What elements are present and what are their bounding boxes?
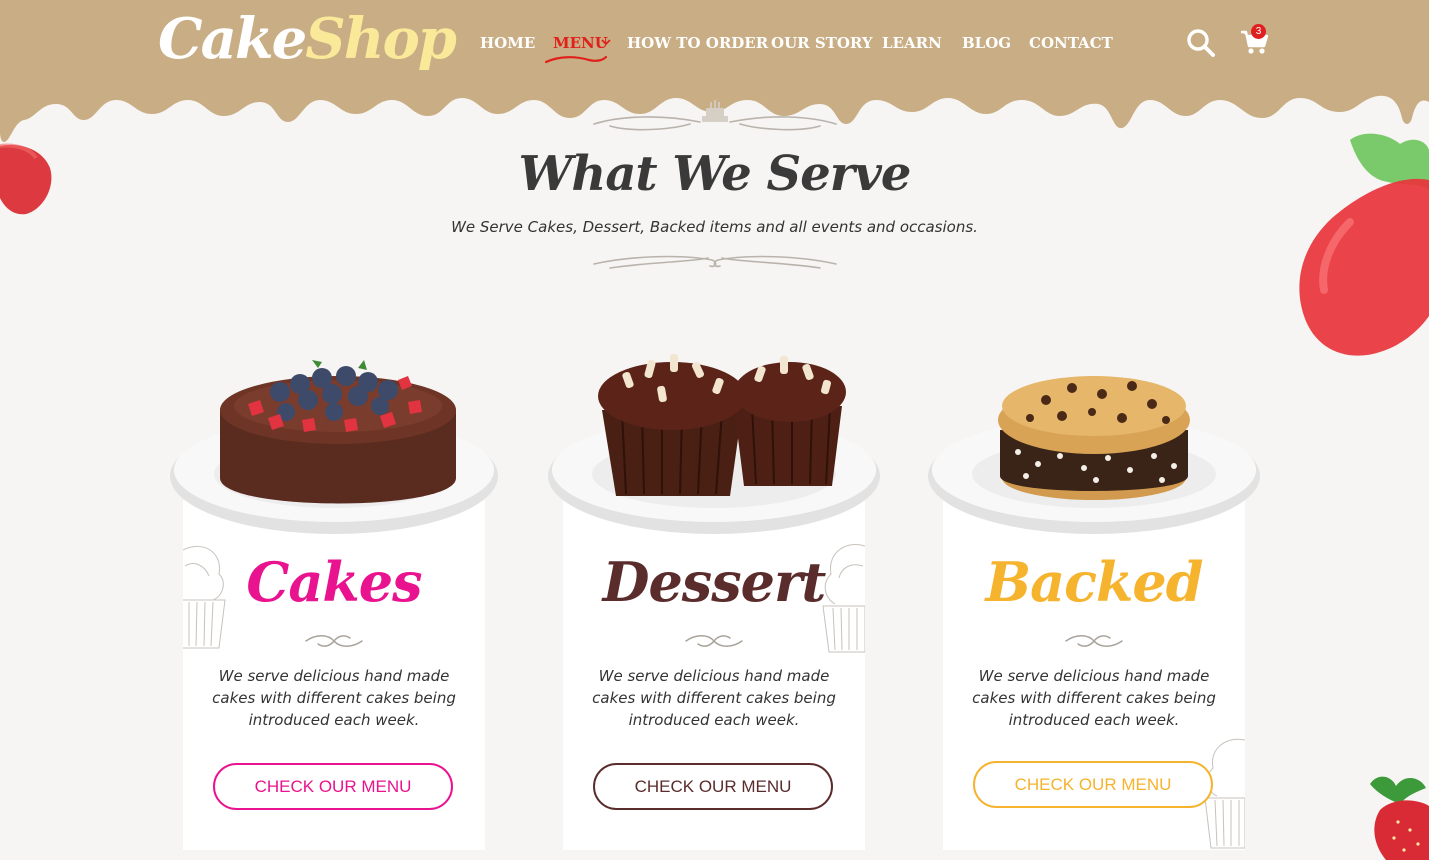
card-flourish — [305, 635, 363, 647]
card-description: We serve delicious hand made cakes with … — [212, 667, 456, 729]
cart-count-badge: 3 — [1251, 24, 1266, 39]
chocolate-cake-image — [170, 360, 498, 534]
strawberry-bottom-right-image — [1370, 776, 1429, 860]
logo-word-shop: Shop — [305, 6, 457, 72]
section-top-ornament — [593, 100, 837, 131]
nav-item-contact[interactable]: CONTACT — [1029, 32, 1113, 54]
card-title: Cakes — [246, 550, 422, 614]
card-title: Dessert — [602, 550, 827, 614]
category-card-cakes: Cakes We serve delicious hand made cakes… — [183, 500, 485, 850]
card-description: We serve delicious hand made cakes with … — [592, 667, 836, 729]
card-description: We serve delicious hand made cakes with … — [972, 667, 1216, 729]
section-subtitle: We Serve Cakes, Dessert, Backed items an… — [451, 218, 978, 236]
card-title: Backed — [985, 550, 1203, 614]
nav-item-our-story[interactable]: OUR STORY — [771, 32, 873, 54]
brand-logo[interactable]: CakeShop — [158, 0, 457, 78]
nav-item-blog[interactable]: BLOG — [962, 32, 1011, 54]
category-card-backed: Backed We serve delicious hand made cake… — [943, 500, 1245, 850]
check-menu-button-backed[interactable]: CHECK OUR MENU — [973, 761, 1213, 808]
nav-item-menu[interactable]: MENU — [553, 32, 608, 54]
section-bottom-ornament — [593, 255, 837, 269]
logo-word-cake: Cake — [158, 6, 307, 72]
section-title: What We Serve — [518, 146, 912, 202]
check-menu-button-cakes[interactable]: CHECK OUR MENU — [213, 763, 453, 810]
active-nav-underline — [545, 55, 607, 64]
cookie-sandwich-image — [928, 376, 1260, 534]
check-menu-button-dessert[interactable]: CHECK OUR MENU — [593, 763, 833, 810]
nav-item-home[interactable]: HOME — [480, 32, 535, 54]
chocolate-cupcakes-image — [548, 354, 880, 534]
nav-item-learn[interactable]: LEARN — [882, 32, 942, 54]
nav-item-how-to-order[interactable]: HOW TO ORDER — [627, 32, 768, 54]
card-flourish — [685, 635, 743, 647]
category-card-dessert: Dessert We serve delicious hand made cak… — [563, 500, 865, 850]
chevron-down-icon[interactable] — [601, 38, 611, 46]
search-icon[interactable] — [1186, 28, 1216, 58]
card-flourish — [1065, 635, 1123, 647]
